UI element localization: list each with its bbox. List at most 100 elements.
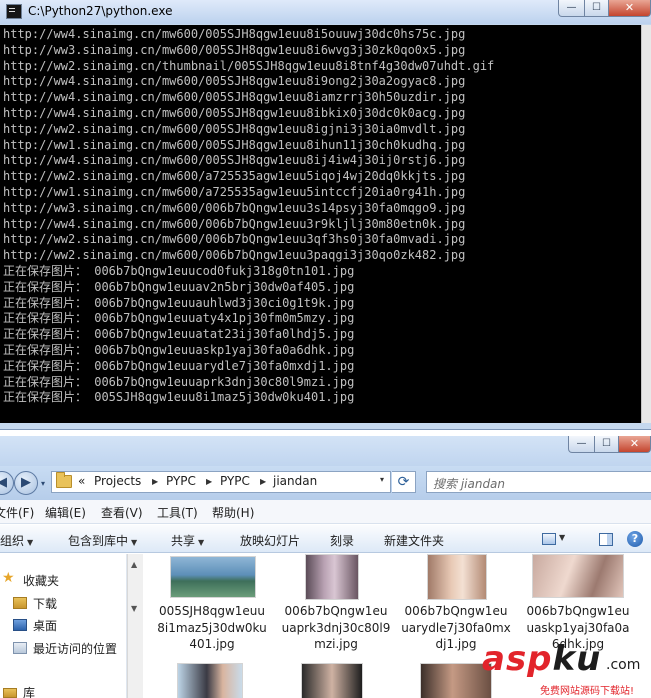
menu-edit[interactable]: 编辑(E) [45,504,86,521]
console-line: http://ww2.sinaimg.cn/mw600/006b7bQngw1e… [3,248,466,263]
maximize-icon: ☐ [592,2,601,13]
thumbnail-image[interactable] [301,663,363,698]
menu-tools[interactable]: 工具(T) [157,504,198,521]
console-line: 正在保存图片： 006b7bQngw1euuauhlwd3j30ci0g1t9k… [3,295,355,310]
share-label: 共享 [171,534,196,548]
organize-button[interactable]: 组织 ▼ [0,532,33,549]
address-bar[interactable]: « Projects ▶ PYPC ▶ PYPC ▶ jiandan ▾ [51,471,391,493]
nav-item-downloads[interactable]: 下载 [33,595,57,612]
downloads-folder-icon [13,597,27,609]
chevron-down-icon: ▼ [198,538,205,547]
recent-places-icon [13,642,27,654]
scroll-up-arrow-icon[interactable]: ▲ [131,560,137,569]
console-line: 正在保存图片： 006b7bQngw1euuaty4x1pj30fm0m5mzy… [3,311,355,326]
minimize-button[interactable]: — [558,0,585,17]
console-line: http://ww2.sinaimg.cn/mw600/005SJH8qgw1e… [3,121,466,136]
console-titlebar[interactable]: C:\Python27\python.exe — ☐ ✕ [0,0,651,24]
console-line: http://ww4.sinaimg.cn/mw600/005SJH8qgw1e… [3,153,466,168]
search-input[interactable]: 搜索 jiandan [426,471,651,493]
console-scrollbar[interactable] [641,25,651,423]
menu-view[interactable]: 查看(V) [101,504,143,521]
nav-item-favorites[interactable]: 收藏夹 [23,572,59,589]
menu-bar: 文件(F) 编辑(E) 查看(V) 工具(T) 帮助(H) [0,500,651,524]
nav-pane-scrollbar[interactable]: ▲ ▼ [127,554,143,698]
menu-help[interactable]: 帮助(H) [212,504,254,521]
console-line: http://ww1.sinaimg.cn/mw600/a725535agw1e… [3,184,466,199]
close-button[interactable]: ✕ [608,0,651,17]
folder-icon [56,472,72,488]
breadcrumb-overflow[interactable]: « [78,474,85,488]
console-line: http://ww1.sinaimg.cn/mw600/005SJH8qgw1e… [3,137,466,152]
console-line: http://ww2.sinaimg.cn/mw600/006b7bQngw1e… [3,232,466,247]
forward-button[interactable]: ▶ [14,471,38,495]
address-row: ◀ ▶ ▾ « Projects ▶ PYPC ▶ PYPC ▶ jiandan… [0,466,651,500]
include-library-button[interactable]: 包含到库中 ▼ [68,532,137,549]
console-line: http://ww4.sinaimg.cn/mw600/005SJH8qgw1e… [3,90,466,105]
console-line: http://ww3.sinaimg.cn/mw600/005SJH8qgw1e… [3,42,466,57]
breadcrumb-projects[interactable]: Projects [94,474,141,488]
breadcrumb-separator-icon[interactable]: ▶ [260,477,266,486]
explorer-titlebar[interactable]: — ☐ ✕ [0,436,651,466]
file-name-label[interactable]: 005SJH8qgw1euu8i1maz5j30dw0ku401.jpg [157,603,267,653]
console-line: http://ww4.sinaimg.cn/mw600/005SJH8qgw1e… [3,27,466,41]
breadcrumb-pypc[interactable]: PYPC [166,474,196,488]
recent-pages-dropdown-icon[interactable]: ▾ [41,479,45,488]
organize-label: 组织 [0,534,25,548]
breadcrumb-jiandan[interactable]: jiandan [273,474,317,488]
console-line: 正在保存图片： 006b7bQngw1euuaskp1yaj30fa0a6dhk… [3,342,355,357]
burn-button[interactable]: 刻录 [330,532,354,549]
thumbnail-image[interactable] [427,554,487,600]
thumbnail-image[interactable] [305,554,359,600]
change-view-button[interactable]: ▼ [542,531,568,547]
nav-item-recent[interactable]: 最近访问的位置 [33,640,117,657]
close-icon: ✕ [629,437,640,450]
site-watermark: aspku .com 免费网站源码下载站! [482,639,651,698]
minimize-icon: — [566,2,577,13]
console-line: http://ww3.sinaimg.cn/mw600/006b7bQngw1e… [3,200,466,215]
refresh-button[interactable]: ⟳ [392,471,416,493]
preview-pane-icon[interactable] [599,533,613,546]
breadcrumb-separator-icon[interactable]: ▶ [152,477,158,486]
console-output[interactable]: http://ww4.sinaimg.cn/mw600/005SJH8qgw1e… [0,25,641,423]
console-line: 正在保存图片： 006b7bQngw1euuarydle7j30fa0mxdj1… [3,358,355,373]
thumbnail-image[interactable] [170,556,256,598]
library-icon [3,688,17,698]
breadcrumb-pypc-sub[interactable]: PYPC [220,474,250,488]
back-button[interactable]: ◀ [0,471,14,495]
new-folder-button[interactable]: 新建文件夹 [384,532,444,549]
console-line: http://ww2.sinaimg.cn/mw600/a725535agw1e… [3,169,466,184]
chevron-down-icon: ▼ [27,538,34,547]
close-icon: ✕ [624,1,635,14]
console-line: 正在保存图片： 006b7bQngw1euuatat23ij30fa0lhdj5… [3,327,355,342]
nav-item-desktop[interactable]: 桌面 [33,617,57,634]
maximize-button[interactable]: ☐ [584,0,609,17]
share-button[interactable]: 共享 ▼ [171,532,204,549]
command-bar: 组织 ▼ 包含到库中 ▼ 共享 ▼ 放映幻灯片 刻录 新建文件夹 ▼ ? [0,525,651,553]
menu-file[interactable]: 文件(F) [0,504,34,521]
console-line: http://ww4.sinaimg.cn/mw600/005SJH8qgw1e… [3,105,466,120]
explorer-minimize-button[interactable]: — [568,436,595,453]
thumbnail-image[interactable] [532,554,624,598]
console-line: 正在保存图片： 006b7bQngw1euucod0fukj318g0tn101… [3,263,355,278]
file-name-label[interactable]: 006b7bQngw1euuaprk3dnj30c80l9mzi.jpg [281,603,391,653]
maximize-icon: ☐ [602,438,611,449]
watermark-tagline: 免费网站源码下载站! [540,686,635,697]
nav-item-library[interactable]: 库 [23,684,35,698]
console-title: C:\Python27\python.exe [28,4,173,18]
chevron-down-icon: ▼ [131,538,138,547]
thumbnail-image[interactable] [177,663,243,698]
breadcrumb-separator-icon[interactable]: ▶ [206,477,212,486]
slideshow-button[interactable]: 放映幻灯片 [240,532,300,549]
explorer-maximize-button[interactable]: ☐ [594,436,619,453]
desktop-icon [13,619,27,631]
chevron-down-icon: ▼ [559,533,566,542]
explorer-close-button[interactable]: ✕ [618,436,651,453]
watermark-domain-suffix: .com [606,657,641,673]
help-icon[interactable]: ? [627,531,643,547]
console-app-icon[interactable] [6,4,22,19]
minimize-icon: — [576,438,587,449]
console-line: 正在保存图片： 006b7bQngw1euuaprk3dnj30c80l9mzi… [3,374,355,389]
scroll-down-arrow-icon[interactable]: ▼ [131,604,137,613]
address-dropdown-icon[interactable]: ▾ [374,475,390,484]
refresh-icon: ⟳ [397,474,410,490]
